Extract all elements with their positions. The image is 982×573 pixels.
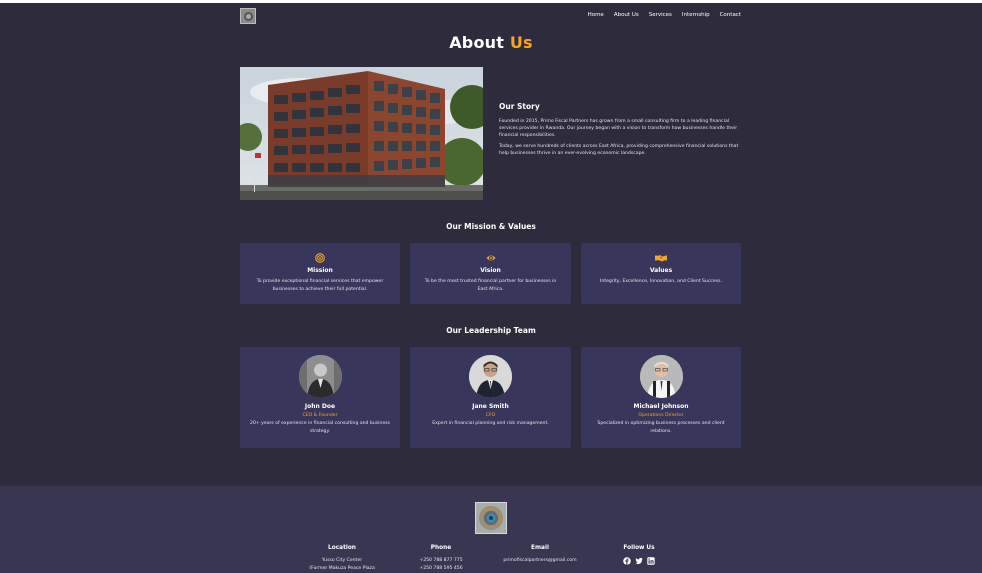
page-title: About Us [0, 33, 982, 52]
member-role: Operations Director [638, 413, 684, 418]
footer-email-address[interactable]: primofiscalpartners@gmail.com [492, 557, 588, 565]
member-bio: Specialized in optimizing business proce… [597, 421, 725, 434]
facebook-icon[interactable] [623, 557, 631, 565]
footer-location-line-1: Yusso City Center [321, 558, 363, 563]
site-logo[interactable] [240, 8, 256, 24]
member-bio: Expert in financial planning and risk ma… [432, 421, 549, 426]
main-nav: Home About Us Services Internship Contac… [588, 12, 741, 18]
vision-text: To be the most trusted financial partner… [424, 279, 557, 292]
our-story: Our Story Founded in 2015, Primo Fiscal … [499, 102, 741, 161]
footer-logo[interactable] [475, 502, 507, 534]
vision-title: Vision [480, 267, 501, 274]
footer-phone: Phone +250 788 877 775 +250 788 595 456 [404, 545, 478, 572]
nav-contact[interactable]: Contact [720, 12, 741, 18]
eye-icon [486, 255, 495, 261]
nav-services[interactable]: Services [649, 12, 672, 18]
values-title: Values [649, 267, 673, 274]
twitter-icon[interactable] [635, 557, 643, 565]
story-heading: Our Story [499, 102, 540, 111]
mission-values-title: Our Mission & Values [446, 222, 536, 231]
footer-location-heading: Location [328, 545, 356, 551]
team-card-michael-johnson: Michael Johnson Operations Director Spec… [581, 347, 741, 448]
footer-email-heading: Email [531, 545, 549, 551]
team-card-jane-smith: Jane Smith CFO Expert in financial plann… [410, 347, 571, 448]
footer-phone-line-1[interactable]: +250 788 877 775 [404, 557, 478, 565]
mission-text: To provide exceptional financial service… [256, 279, 384, 292]
values-card: Values Integrity, Excellence, Innovation… [581, 243, 741, 304]
avatar [639, 355, 683, 398]
member-name: Michael Johnson [633, 403, 689, 410]
nav-home[interactable]: Home [588, 12, 604, 18]
nav-about[interactable]: About Us [614, 12, 639, 18]
team-card-john-doe: John Doe CEO & Founder 20+ years of expe… [240, 347, 400, 448]
nav-internship[interactable]: Internship [682, 12, 710, 18]
vision-card: Vision To be the most trusted financial … [410, 243, 571, 304]
about-page: Home About Us Services Internship Contac… [0, 3, 982, 486]
member-name: John Doe [304, 403, 336, 410]
target-icon [315, 253, 325, 263]
footer-location-line-2: (Former Makuza Peace Plaza [309, 565, 375, 571]
footer-phone-heading: Phone [430, 545, 452, 551]
site-footer: Location Yusso City Center (Former Makuz… [0, 486, 982, 573]
story-paragraph-2: Today, we serve hundreds of clients acro… [499, 144, 739, 157]
mission-card: Mission To provide exceptional financial… [240, 243, 400, 304]
avatar [298, 355, 342, 398]
site-header: Home About Us Services Internship Contac… [240, 8, 741, 25]
member-bio: 20+ years of experience in financial con… [250, 421, 390, 434]
linkedin-icon[interactable] [647, 557, 655, 565]
values-text: Integrity, Excellence, Innovation, and C… [600, 279, 722, 284]
page-title-accent: Us [509, 33, 533, 52]
member-name: Jane Smith [472, 403, 509, 410]
logo-emblem-icon [243, 11, 253, 21]
footer-social-heading: Follow Us [623, 545, 655, 551]
handshake-icon [655, 255, 667, 262]
office-building-image [240, 67, 483, 200]
footer-phone-line-2[interactable]: +250 788 595 456 [404, 565, 478, 573]
avatar [469, 355, 512, 398]
social-links [608, 557, 670, 565]
page-title-main: About [449, 33, 505, 52]
member-role: CFO [485, 413, 496, 418]
footer-email: Email primofiscalpartners@gmail.com [492, 545, 588, 565]
member-role: CEO & Founder [302, 413, 338, 418]
story-paragraph-1: Founded in 2015, Primo Fiscal Partners h… [499, 119, 738, 139]
footer-location: Location Yusso City Center (Former Makuz… [300, 545, 384, 572]
logo-emblem-icon [479, 506, 503, 530]
footer-social: Follow Us [608, 545, 670, 565]
leadership-title: Our Leadership Team [446, 326, 536, 335]
mission-title: Mission [307, 267, 333, 274]
